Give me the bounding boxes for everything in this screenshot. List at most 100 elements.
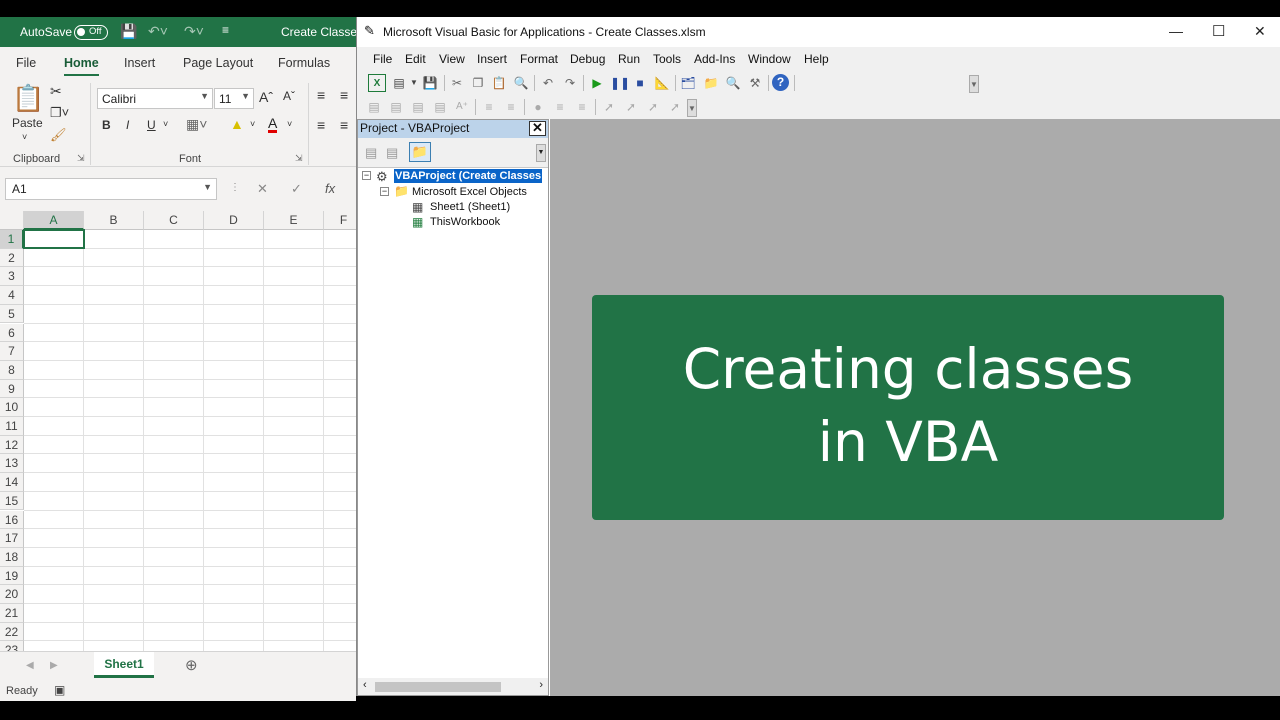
borders-icon[interactable]: ▦˅ — [186, 116, 207, 133]
decrease-font-icon[interactable]: Aˇ — [283, 89, 295, 103]
name-box[interactable]: A1 ▼ — [5, 178, 217, 200]
redo-icon[interactable]: ↷˅ — [184, 23, 204, 40]
add-sheet-icon[interactable]: ⊕ — [185, 656, 198, 674]
toolbar-options-icon[interactable]: ▼ — [536, 144, 546, 162]
italic-button[interactable]: I — [126, 118, 129, 132]
font-size-combo[interactable]: 11 ▼ — [214, 88, 254, 109]
copy-icon[interactable]: ❐ — [469, 74, 487, 92]
column-header[interactable]: E — [264, 211, 324, 230]
close-icon[interactable]: ✕ — [1254, 23, 1266, 40]
find-icon[interactable]: 🔍 — [512, 74, 530, 92]
properties-icon[interactable]: 📁 — [702, 74, 720, 92]
cancel-icon[interactable]: ✕ — [257, 181, 268, 197]
menu-run[interactable]: Run — [618, 52, 640, 66]
cut-icon[interactable]: ✂ — [50, 83, 62, 100]
row-header[interactable]: 15 — [0, 491, 24, 511]
font-name-combo[interactable]: Calibri ▼ — [97, 88, 213, 109]
fill-color-dropdown-icon[interactable]: ˅ — [250, 119, 255, 129]
minimize-icon[interactable]: — — [1169, 23, 1183, 39]
row-header[interactable]: 13 — [0, 454, 24, 474]
row-header[interactable]: 8 — [0, 360, 24, 380]
save-icon[interactable]: 💾 — [421, 74, 439, 92]
tree-item-excel-objects[interactable]: Microsoft Excel Objects — [412, 186, 527, 198]
format-painter-icon[interactable]: 🖌 — [50, 127, 67, 143]
row-header[interactable]: 22 — [0, 622, 24, 642]
scroll-right-icon[interactable]: ▶ — [50, 660, 58, 671]
row-header[interactable]: 12 — [0, 435, 24, 455]
column-header[interactable]: A — [24, 211, 84, 230]
menu-file[interactable]: File — [373, 52, 392, 66]
row-header[interactable]: 9 — [0, 379, 24, 399]
toolbox-icon[interactable]: ⚒ — [746, 74, 764, 92]
run-icon[interactable]: ▶ — [588, 74, 606, 92]
toolbar-options-icon[interactable]: ▼ — [687, 99, 697, 117]
paste-icon[interactable]: 📋 — [490, 74, 508, 92]
align-middle-icon[interactable]: ≡ — [340, 87, 348, 103]
column-header[interactable]: D — [204, 211, 264, 230]
save-icon[interactable]: 💾 — [120, 23, 137, 40]
menu-help[interactable]: Help — [804, 52, 829, 66]
row-header[interactable]: 19 — [0, 566, 24, 586]
row-header[interactable]: 11 — [0, 417, 24, 436]
scrollbar-thumb[interactable] — [375, 682, 501, 692]
collapse-icon[interactable]: − — [362, 171, 371, 180]
scroll-left-icon[interactable]: ‹ — [363, 679, 367, 691]
project-explorer-icon[interactable]: 🗂 — [679, 74, 697, 92]
clipboard-launcher-icon[interactable]: ⇲ — [77, 153, 85, 164]
tree-item-vbaproject[interactable]: VBAProject (Create Classes — [394, 169, 543, 183]
font-launcher-icon[interactable]: ⇲ — [295, 153, 303, 164]
align-center-icon[interactable]: ≡ — [340, 117, 348, 133]
break-icon[interactable]: ❚❚ — [610, 74, 630, 92]
redo-icon[interactable]: ↷ — [561, 74, 579, 92]
menu-view[interactable]: View — [439, 52, 465, 66]
column-header[interactable]: F — [324, 211, 356, 230]
tab-page-layout[interactable]: Page Layout — [183, 56, 253, 70]
row-header[interactable]: 18 — [0, 547, 24, 567]
maximize-icon[interactable]: ☐ — [1212, 22, 1225, 40]
worksheet-grid[interactable]: ABCDEF 1 2 3 4 5 6 7 8 9 10 11 12 13 14 15 16 17 18 19 20 21… — [0, 211, 356, 661]
row-header[interactable]: 7 — [0, 342, 24, 361]
scroll-right-icon[interactable]: › — [539, 679, 543, 691]
column-header[interactable]: C — [144, 211, 204, 230]
cut-icon[interactable]: ✂ — [448, 74, 466, 92]
enter-icon[interactable]: ✓ — [291, 181, 302, 197]
copy-icon[interactable]: ❐˅ — [50, 105, 69, 121]
undo-icon[interactable]: ↶ — [539, 74, 557, 92]
font-color-icon[interactable]: A — [268, 116, 278, 133]
scroll-left-icon[interactable]: ◀ — [26, 660, 34, 671]
tree-item-thisworkbook[interactable]: ThisWorkbook — [430, 216, 500, 228]
reset-icon[interactable]: ■ — [631, 74, 649, 92]
view-code-icon[interactable]: ▤ — [365, 145, 377, 161]
menu-window[interactable]: Window — [748, 52, 791, 66]
tab-home[interactable]: Home — [64, 56, 99, 76]
customize-qat-icon[interactable]: ≡ — [222, 23, 229, 37]
row-header[interactable]: 5 — [0, 304, 24, 324]
tab-formulas[interactable]: Formulas — [278, 56, 330, 70]
menu-edit[interactable]: Edit — [405, 52, 426, 66]
row-header[interactable]: 1 — [0, 230, 24, 249]
paste-button[interactable]: Paste — [12, 116, 43, 130]
object-browser-icon[interactable]: 🔍 — [724, 74, 742, 92]
macro-recorder-icon[interactable]: ▣ — [54, 683, 65, 697]
row-header[interactable]: 20 — [0, 585, 24, 604]
tab-insert[interactable]: Insert — [124, 56, 155, 70]
design-mode-icon[interactable]: 📐 — [653, 74, 671, 92]
row-header[interactable]: 3 — [0, 267, 24, 287]
row-header[interactable]: 21 — [0, 604, 24, 623]
align-top-icon[interactable]: ≡ — [317, 87, 325, 103]
toggle-folders-icon[interactable]: 📁 — [409, 142, 431, 162]
paste-icon[interactable]: 📋 — [12, 83, 44, 115]
underline-dropdown-icon[interactable]: ˅ — [163, 119, 168, 129]
bold-button[interactable]: B — [102, 118, 111, 132]
view-excel-icon[interactable]: X — [368, 74, 386, 92]
undo-icon[interactable]: ↶˅ — [148, 23, 168, 40]
autosave-toggle[interactable]: Off — [74, 25, 108, 40]
help-icon[interactable]: ? — [772, 74, 789, 91]
menu-add-ins[interactable]: Add-Ins — [694, 52, 735, 66]
row-header[interactable]: 4 — [0, 286, 24, 305]
horizontal-scrollbar[interactable]: ‹ › — [358, 678, 548, 695]
tree-item-sheet1[interactable]: Sheet1 (Sheet1) — [430, 201, 510, 213]
underline-button[interactable]: U — [147, 118, 156, 132]
menu-tools[interactable]: Tools — [653, 52, 681, 66]
sheet-tab-sheet1[interactable]: Sheet1 — [94, 652, 154, 678]
